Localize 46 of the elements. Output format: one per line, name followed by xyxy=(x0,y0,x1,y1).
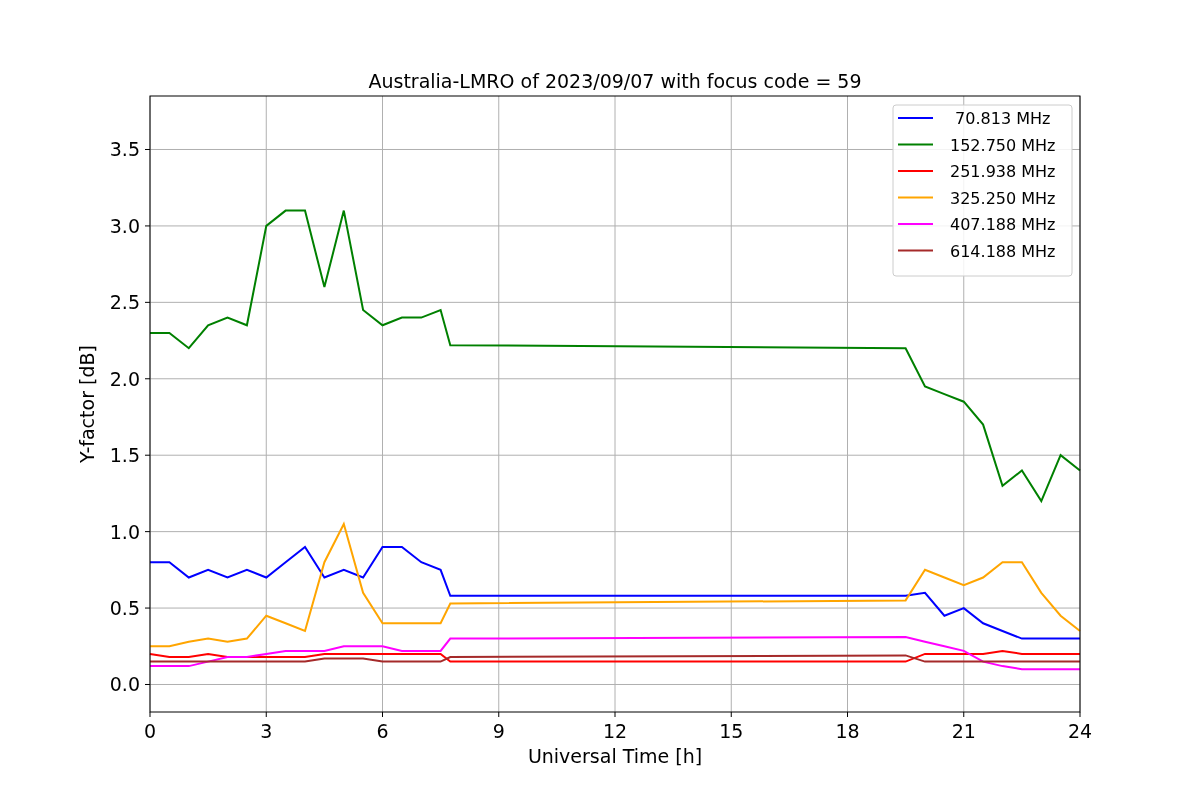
x-axis-label: Universal Time [h] xyxy=(527,745,703,767)
tick-mark xyxy=(144,225,151,227)
tick-mark xyxy=(144,684,151,685)
legend-label: 614.188 MHz xyxy=(950,241,1056,261)
legend-label: 70.813 MHz xyxy=(955,109,1051,128)
tick-mark xyxy=(144,149,151,150)
y-tick-label: 1.0 xyxy=(109,520,140,543)
y-tick-label: 2.0 xyxy=(109,367,140,390)
legend-label: 325.250 MHz xyxy=(950,188,1056,208)
x-tick-label: 6 xyxy=(376,720,389,742)
tick-mark xyxy=(144,454,151,456)
tick-mark xyxy=(144,607,151,609)
x-tick-label: 0 xyxy=(143,720,157,742)
tick-mark xyxy=(1079,711,1081,718)
y-tick-label: 3.0 xyxy=(109,214,140,237)
x-tick-label: 9 xyxy=(492,720,505,742)
legend-label: 251.938 MHz xyxy=(950,162,1056,181)
legend-swatch xyxy=(897,196,934,199)
x-tick-label: 15 xyxy=(719,720,744,742)
tick-mark xyxy=(149,711,151,718)
tick-mark xyxy=(144,531,151,533)
x-tick-label: 3 xyxy=(260,720,273,742)
y-tick-label: 1.5 xyxy=(109,444,140,467)
y-tick-label: 0.5 xyxy=(109,597,140,620)
tick-mark xyxy=(382,711,383,718)
x-tick-label: 24 xyxy=(1067,720,1093,742)
x-tick-label: 18 xyxy=(835,720,860,742)
y-tick-label: 0.0 xyxy=(109,673,140,696)
legend-swatch xyxy=(897,249,934,252)
tick-mark xyxy=(144,378,151,380)
tick-mark xyxy=(144,301,151,303)
x-tick-label: 12 xyxy=(602,720,628,742)
y-tick-label: 3.5 xyxy=(109,138,140,161)
tick-mark xyxy=(730,711,732,718)
tick-mark xyxy=(265,711,267,718)
legend-label: 152.750 MHz xyxy=(950,135,1056,155)
tick-mark xyxy=(847,711,848,718)
x-tick-label: 21 xyxy=(951,720,976,742)
y-tick-label: 2.5 xyxy=(109,291,140,314)
legend-label: 407.188 MHz xyxy=(950,215,1056,234)
tick-mark xyxy=(614,711,616,718)
y-axis-label: Y-factor [dB] xyxy=(76,345,98,463)
chart-title: Australia-LMRO of 2023/09/07 with focus code = 59 xyxy=(368,70,862,92)
tick-mark xyxy=(963,711,965,718)
tick-mark xyxy=(498,711,500,718)
legend-swatch xyxy=(897,143,934,146)
